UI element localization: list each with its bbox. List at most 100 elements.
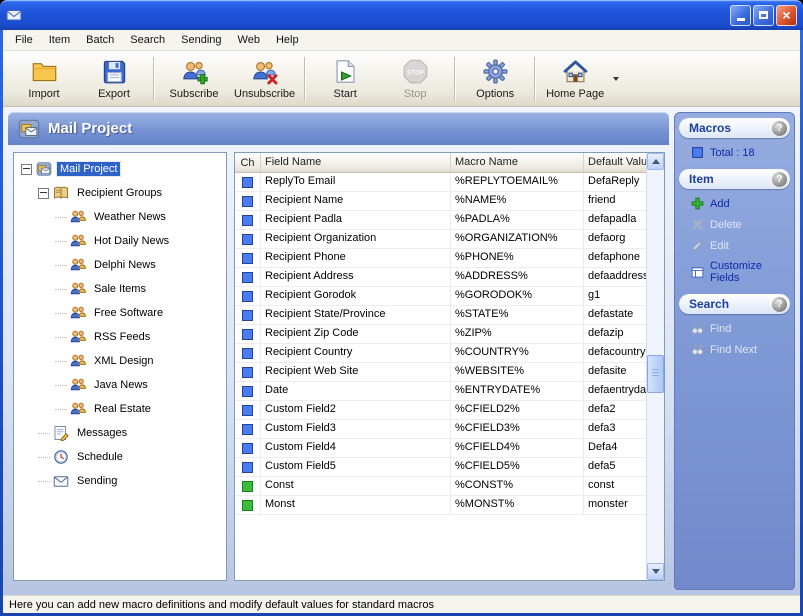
tree-item-weather-news[interactable]: Weather News (14, 205, 226, 229)
panel-header-macros[interactable]: Macros? (679, 118, 790, 138)
menu-item[interactable]: Item (41, 32, 78, 48)
menu-sending[interactable]: Sending (173, 32, 229, 48)
menu-search[interactable]: Search (122, 32, 173, 48)
tree-item-xml-design[interactable]: XML Design (14, 349, 226, 373)
toolbar-home-page-button[interactable]: Home Page (540, 54, 610, 104)
tree-item-java-news[interactable]: Java News (14, 373, 226, 397)
table-row[interactable]: Date%ENTRYDATE%defaentrydate (235, 382, 646, 401)
tree-item-label: Delphi News (91, 258, 159, 272)
collapse-icon[interactable] (21, 164, 32, 175)
customize-fields-button[interactable]: Customize Fields (678, 256, 791, 288)
table-row[interactable]: Custom Field3%CFIELD3%defa3 (235, 420, 646, 439)
add-button[interactable]: Add (678, 193, 791, 214)
find-button[interactable]: Find (678, 318, 791, 339)
table-row[interactable]: Const%CONST%const (235, 477, 646, 496)
help-icon[interactable]: ? (772, 297, 787, 312)
find-next-button[interactable]: Find Next (678, 339, 791, 360)
table-row[interactable]: Recipient Padla%PADLA%defapadla (235, 211, 646, 230)
table-row[interactable]: Recipient Phone%PHONE%defaphone (235, 249, 646, 268)
maximize-button[interactable] (753, 5, 774, 26)
table-row[interactable]: Recipient State/Province%STATE%defastate (235, 306, 646, 325)
tree-item-sale-items[interactable]: Sale Items (14, 277, 226, 301)
table-row[interactable]: Recipient Gorodok%GORODOK%g1 (235, 287, 646, 306)
table-row[interactable]: Monst%MONST%monster (235, 496, 646, 515)
table-row[interactable]: Custom Field2%CFIELD2%defa2 (235, 401, 646, 420)
tree-item-delphi-news[interactable]: Delphi News (14, 253, 226, 277)
delete-button[interactable]: Delete (678, 214, 791, 235)
tree-item-sending[interactable]: Sending (14, 469, 226, 493)
edit-button[interactable]: Edit (678, 235, 791, 256)
record-blue-square-icon (242, 310, 253, 321)
default-value-cell: Defa4 (584, 439, 646, 457)
help-icon[interactable]: ? (772, 121, 787, 136)
toolbar-import-button[interactable]: Import (9, 54, 79, 104)
tree-item-mail-project[interactable]: Mail Project (14, 157, 226, 181)
tree-guide (55, 241, 67, 242)
toolbar-subscribe-button[interactable]: Subscribe (159, 54, 229, 104)
scrollbar-track[interactable] (647, 170, 664, 563)
panel-header-item[interactable]: Item? (679, 169, 790, 189)
table-row[interactable]: Custom Field5%CFIELD5%defa5 (235, 458, 646, 477)
default-value-cell: monster (584, 496, 646, 514)
default-value-cell: defaphone (584, 249, 646, 267)
app-window: × FileItemBatchSearchSendingWebHelp Impo… (0, 0, 803, 616)
column-header-field-name[interactable]: Field Name (261, 153, 451, 172)
menu-batch[interactable]: Batch (78, 32, 122, 48)
column-header-macro-name[interactable]: Macro Name (451, 153, 584, 172)
menu-file[interactable]: File (7, 32, 41, 48)
address-book-icon (53, 185, 69, 201)
toolbar-stop-label: Stop (404, 88, 427, 100)
table-row[interactable]: Recipient Name%NAME%friend (235, 192, 646, 211)
tree-item-free-software[interactable]: Free Software (14, 301, 226, 325)
default-value-cell: defaorg (584, 230, 646, 248)
scrollbar-up-button[interactable] (647, 153, 664, 170)
tree-item-schedule[interactable]: Schedule (14, 445, 226, 469)
home-icon (562, 58, 589, 85)
table-row[interactable]: Recipient Organization%ORGANIZATION%defa… (235, 230, 646, 249)
collapse-icon[interactable] (38, 188, 49, 199)
toolbar-unsubscribe-button[interactable]: Unsubscribe (229, 54, 300, 104)
record-blue-square-icon (242, 291, 253, 302)
scrollbar-down-button[interactable] (647, 563, 664, 580)
macro-name-cell: %ORGANIZATION% (451, 230, 584, 248)
toolbar-start-button[interactable]: Start (310, 54, 380, 104)
tree-item-hot-daily-news[interactable]: Hot Daily News (14, 229, 226, 253)
row-check-cell (235, 287, 261, 305)
toolbar-export-button[interactable]: Export (79, 54, 149, 104)
column-header-ch[interactable]: Ch (235, 153, 261, 172)
tree-item-label: Hot Daily News (91, 234, 172, 248)
vertical-scrollbar[interactable] (646, 153, 664, 580)
tree-item-recipient-groups[interactable]: Recipient Groups (14, 181, 226, 205)
default-value-cell: const (584, 477, 646, 495)
record-blue-square-icon (242, 272, 253, 283)
minimize-button[interactable] (730, 5, 751, 26)
row-check-cell (235, 439, 261, 457)
field-name-cell: Custom Field3 (261, 420, 451, 438)
tree-item-label: Weather News (91, 210, 169, 224)
menu-web[interactable]: Web (230, 32, 268, 48)
tree-item-messages[interactable]: Messages (14, 421, 226, 445)
row-check-cell (235, 230, 261, 248)
home-page-dropdown-button[interactable] (610, 54, 622, 104)
table-row[interactable]: Recipient Country%COUNTRY%defacountry (235, 344, 646, 363)
tree-item-rss-feeds[interactable]: RSS Feeds (14, 325, 226, 349)
toolbar-options-button[interactable]: Options (460, 54, 530, 104)
default-value-cell: defa5 (584, 458, 646, 476)
panel-header-search[interactable]: Search? (679, 294, 790, 314)
table-row[interactable]: Recipient Zip Code%ZIP%defazip (235, 325, 646, 344)
close-button[interactable]: × (776, 5, 797, 26)
table-row[interactable]: Recipient Web Site%WEBSITE%defasite (235, 363, 646, 382)
title-bar[interactable]: × (0, 0, 803, 30)
chevron-down-icon (613, 77, 619, 81)
record-blue-square-icon (242, 348, 253, 359)
field-name-cell: Recipient Zip Code (261, 325, 451, 343)
table-row[interactable]: ReplyTo Email%REPLYTOEMAIL%DefaReply (235, 173, 646, 192)
table-row[interactable]: Custom Field4%CFIELD4%Defa4 (235, 439, 646, 458)
menu-help[interactable]: Help (268, 32, 307, 48)
schedule-icon (53, 449, 69, 465)
scrollbar-thumb[interactable] (647, 355, 664, 393)
table-row[interactable]: Recipient Address%ADDRESS%defaaddress (235, 268, 646, 287)
help-icon[interactable]: ? (772, 172, 787, 187)
column-header-default-value[interactable]: Default Value (584, 153, 646, 172)
tree-item-real-estate[interactable]: Real Estate (14, 397, 226, 421)
